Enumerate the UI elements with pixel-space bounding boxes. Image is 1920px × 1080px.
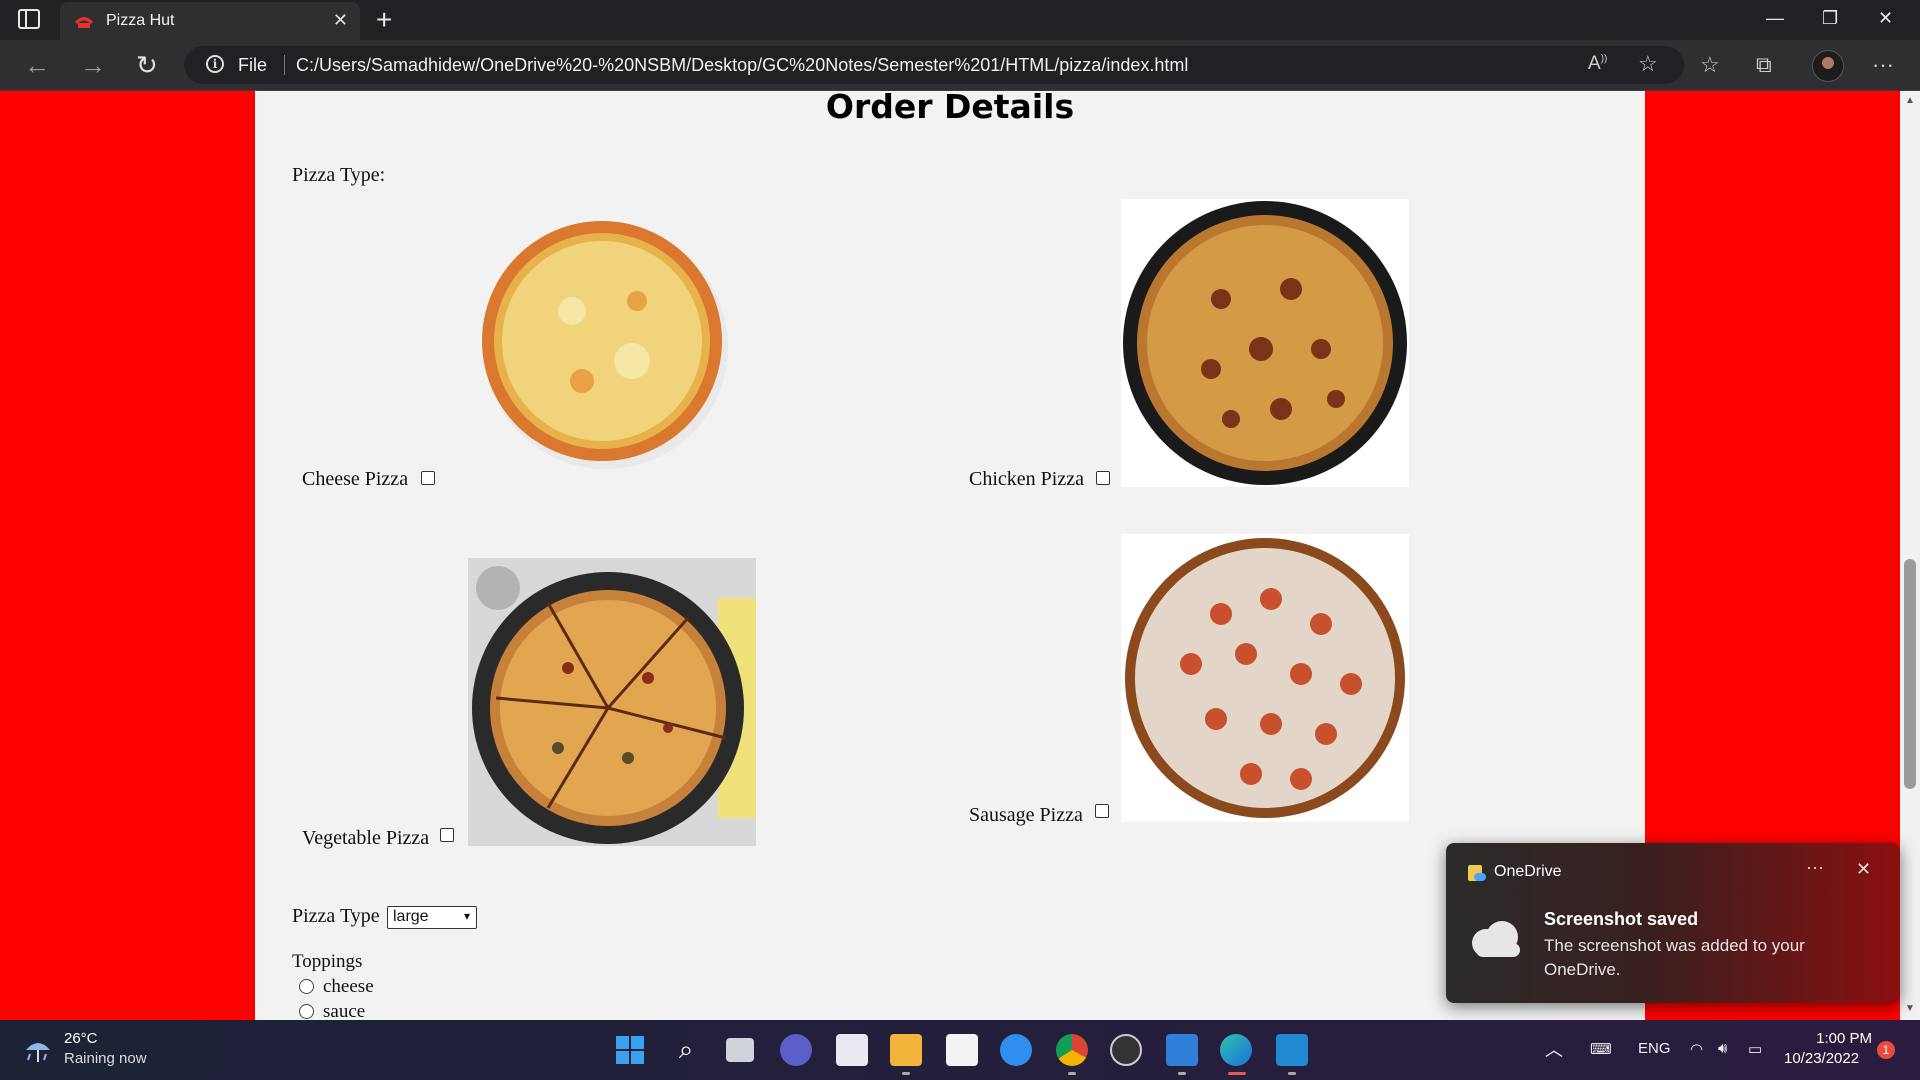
pizza-option-label: Vegetable Pizza <box>302 827 430 849</box>
address-bar[interactable]: i File C:/Users/Samadhidew/OneDrive%20-%… <box>184 46 1684 84</box>
collections-icon[interactable]: ⧉ <box>1756 52 1772 78</box>
page-scrollbar[interactable]: ▲ ▼ <box>1900 91 1920 1020</box>
chrome-icon[interactable] <box>1056 1034 1088 1066</box>
topping-radio-sauce[interactable] <box>299 1004 314 1019</box>
close-notification-icon[interactable]: ✕ <box>1856 859 1871 880</box>
sausage-pizza-checkbox[interactable] <box>1095 804 1109 818</box>
running-indicator <box>1068 1072 1076 1075</box>
address-separator <box>284 55 285 75</box>
close-window-icon[interactable]: ✕ <box>1878 8 1893 29</box>
notification-app-name: OneDrive <box>1494 863 1562 880</box>
rain-weather-icon[interactable] <box>22 1034 54 1066</box>
search-icon[interactable]: ⌕ <box>670 1034 702 1066</box>
teams-chat-icon[interactable] <box>780 1034 812 1066</box>
more-options-icon[interactable]: ··· <box>1872 52 1894 78</box>
help-icon[interactable] <box>1000 1034 1032 1066</box>
chevron-up-icon[interactable]: ︿ <box>1545 1036 1563 1062</box>
tab-pizza-hut[interactable]: Pizza Hut ✕ <box>60 2 360 40</box>
add-favorite-icon[interactable]: ☆ <box>1638 51 1658 77</box>
scroll-down-icon[interactable]: ▼ <box>1905 1003 1915 1014</box>
read-aloud-icon[interactable]: A)) <box>1588 53 1607 75</box>
pizza-option-label: Chicken Pizza <box>969 468 1084 490</box>
notification-badge[interactable]: 1 <box>1877 1041 1895 1059</box>
pizza-type-label: Pizza Type: <box>292 164 386 186</box>
cloud-icon <box>1472 921 1520 957</box>
pizza-size-value: large <box>393 908 429 925</box>
onedrive-app-icon <box>1468 865 1486 881</box>
topping-option-label: cheese <box>323 976 374 997</box>
windows-start-icon[interactable] <box>614 1034 646 1066</box>
keyboard-icon[interactable]: ⌨ <box>1590 1040 1612 1058</box>
cheese-pizza-image <box>462 201 750 489</box>
close-tab-icon[interactable]: ✕ <box>333 10 348 31</box>
running-indicator <box>1178 1072 1186 1075</box>
chicken-pizza-checkbox[interactable] <box>1096 471 1110 485</box>
profile-avatar[interactable] <box>1812 50 1844 82</box>
vegetable-pizza-image <box>468 558 756 846</box>
page-title: Order Details <box>825 91 1075 126</box>
volume-icon[interactable]: 🔊︎ <box>1718 1040 1727 1057</box>
active-indicator <box>1228 1072 1246 1075</box>
info-icon[interactable]: i <box>206 55 224 73</box>
microsoft-store-icon[interactable] <box>946 1034 978 1066</box>
tab-title: Pizza Hut <box>106 12 175 29</box>
pizza-option-label: Cheese Pizza <box>302 468 409 490</box>
toppings-label: Toppings <box>292 951 363 972</box>
obs-icon[interactable] <box>1110 1034 1142 1066</box>
pizza-size-select[interactable]: large ▾ <box>387 906 477 929</box>
battery-icon[interactable]: ▭ <box>1748 1040 1762 1058</box>
running-indicator <box>1288 1072 1296 1075</box>
notification-title: Screenshot saved <box>1544 909 1699 929</box>
browser-tab-bar: Pizza Hut ✕ + — ❐ ✕ <box>0 0 1920 40</box>
sausage-pizza-image <box>1121 534 1409 822</box>
app-shield-icon[interactable] <box>836 1034 868 1066</box>
minimize-icon[interactable]: — <box>1766 8 1784 29</box>
browser-toolbar: ← → ↻ i File C:/Users/Samadhidew/OneDriv… <box>0 40 1920 91</box>
weather-temperature: 26°C <box>64 1030 98 1047</box>
chevron-down-icon: ▾ <box>463 909 470 923</box>
pizza-size-label: Pizza Type <box>292 905 380 927</box>
running-indicator <box>902 1072 910 1075</box>
favorites-icon[interactable]: ☆ <box>1700 52 1720 78</box>
notification-body: The screenshot was added to your OneDriv… <box>1544 936 1805 979</box>
cheese-pizza-checkbox[interactable] <box>421 471 435 485</box>
more-options-icon[interactable]: ··· <box>1806 857 1824 878</box>
new-tab-icon[interactable]: + <box>376 4 392 36</box>
weather-description: Raining now <box>64 1050 147 1067</box>
topping-radio-cheese[interactable] <box>299 979 314 994</box>
pizza-hut-favicon-icon <box>75 17 93 28</box>
topping-option-label: sauce <box>323 1001 366 1020</box>
vegetable-pizza-checkbox[interactable] <box>440 828 454 842</box>
refresh-icon[interactable]: ↻ <box>136 50 158 81</box>
clock-time[interactable]: 1:00 PM <box>1812 1030 1872 1047</box>
back-icon[interactable]: ← <box>24 50 50 81</box>
input-language[interactable]: ENG <box>1638 1040 1671 1057</box>
address-scheme: File <box>238 55 268 75</box>
file-explorer-icon[interactable] <box>890 1034 922 1066</box>
notepad-icon[interactable] <box>1166 1034 1198 1066</box>
order-form: Order Details Pizza Type: Cheese Pizza C… <box>255 91 1645 1020</box>
wifi-icon[interactable]: ◠ <box>1690 1040 1703 1058</box>
pizza-option-label: Sausage Pizza <box>969 804 1083 826</box>
windows-taskbar: 26°C Raining now ⌕ ︿ ⌨ ENG ◠ 🔊︎ ▭ 1:00 P… <box>0 1020 1920 1080</box>
tab-actions-icon[interactable] <box>18 9 40 29</box>
address-url[interactable]: C:/Users/Samadhidew/OneDrive%20-%20NSBM/… <box>296 55 1188 76</box>
forward-icon[interactable]: → <box>80 50 106 81</box>
clock-date[interactable]: 10/23/2022 <box>1784 1050 1859 1067</box>
edge-icon[interactable] <box>1220 1034 1252 1066</box>
scrollbar-thumb[interactable] <box>1904 559 1916 789</box>
chicken-pizza-image <box>1121 199 1409 487</box>
onedrive-notification[interactable]: OneDrive ··· ✕ Screenshot saved The scre… <box>1446 843 1900 1003</box>
restore-icon[interactable]: ❐ <box>1822 8 1838 29</box>
task-view-icon[interactable] <box>726 1038 754 1062</box>
vscode-icon[interactable] <box>1276 1034 1308 1066</box>
scroll-up-icon[interactable]: ▲ <box>1905 95 1915 106</box>
